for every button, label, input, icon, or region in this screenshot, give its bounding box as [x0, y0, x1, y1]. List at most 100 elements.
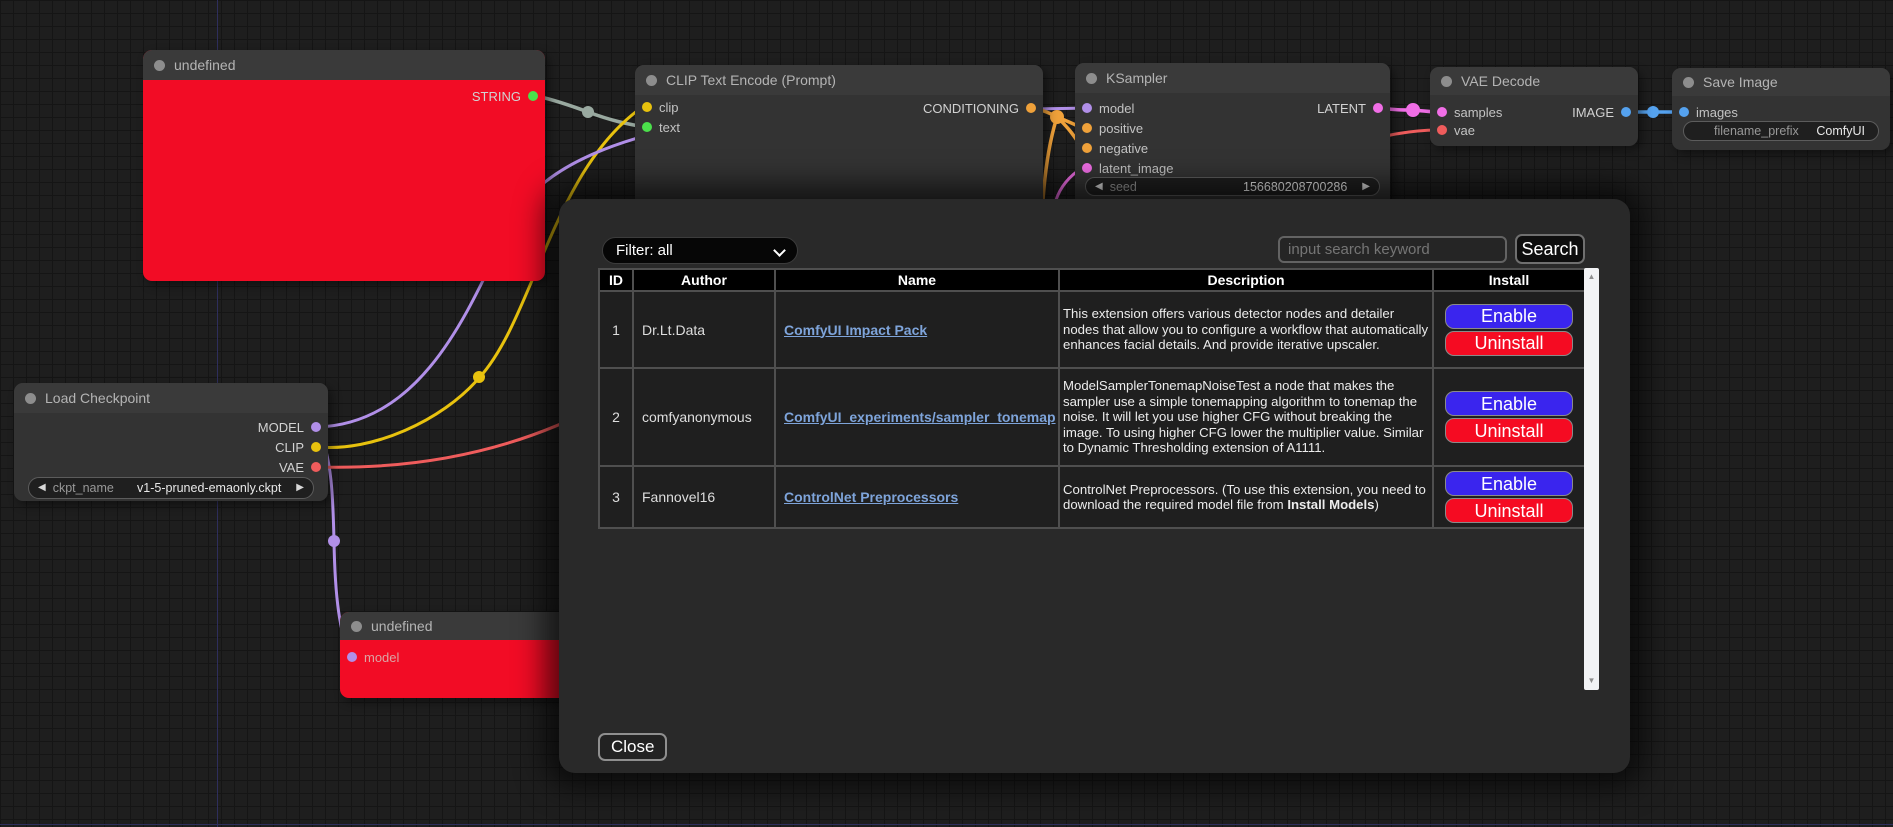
output-dot-CONDITIONING[interactable] — [1026, 103, 1036, 113]
output-dot-VAE[interactable] — [311, 462, 321, 472]
filter-select[interactable]: Filter: all — [602, 237, 798, 264]
node-title: undefined — [174, 57, 236, 73]
cell-name: ComfyUI_experiments/sampler_tonemap — [775, 368, 1059, 466]
input-dot-samples[interactable] — [1437, 107, 1447, 117]
cell-install: EnableUninstall — [1433, 466, 1585, 528]
input-dot-vae[interactable] — [1437, 125, 1447, 135]
node-collapse-dot[interactable] — [351, 621, 362, 632]
cell-description: ModelSamplerTonemapNoiseTest a node that… — [1059, 368, 1433, 466]
uninstall-button[interactable]: Uninstall — [1445, 498, 1573, 523]
node-collapse-dot[interactable] — [1086, 73, 1097, 84]
node-title-bar[interactable]: KSampler — [1075, 63, 1390, 93]
cell-author: Fannovel16 — [633, 466, 775, 528]
slot-label: clip — [659, 100, 679, 115]
input-dot-latent_image[interactable] — [1082, 163, 1092, 173]
node-title-bar[interactable]: Load Checkpoint — [14, 383, 328, 413]
node-title-bar[interactable]: CLIP Text Encode (Prompt) — [635, 65, 1043, 95]
extension-link[interactable]: ComfyUI_experiments/sampler_tonemap — [784, 409, 1056, 425]
input-dot-model[interactable] — [1082, 103, 1092, 113]
uninstall-button[interactable]: Uninstall — [1445, 331, 1573, 356]
widget-ckpt_name[interactable]: ◀ckpt_namev1-5-pruned-emaonly.ckpt▶ — [28, 477, 314, 499]
enable-button[interactable]: Enable — [1445, 391, 1573, 416]
widget-seed[interactable]: ◀seed156680208700286▶ — [1085, 177, 1380, 196]
node-vae-decode[interactable]: VAE DecodesamplesvaeIMAGE — [1430, 67, 1638, 146]
input-slot-model: model — [347, 649, 399, 665]
widget-filename_prefix[interactable]: filename_prefixComfyUI — [1683, 121, 1879, 141]
cell-name: ControlNet Preprocessors — [775, 466, 1059, 528]
link-reroute-dot[interactable] — [473, 371, 485, 383]
slot-label: IMAGE — [1572, 105, 1614, 120]
node-undefined-top[interactable]: undefinedSTRING — [143, 50, 545, 281]
search-input[interactable] — [1278, 236, 1507, 263]
uninstall-button[interactable]: Uninstall — [1445, 418, 1573, 443]
input-dot-model[interactable] — [347, 652, 357, 662]
widget-label: seed — [1110, 180, 1137, 194]
node-title-bar[interactable]: undefined — [143, 50, 545, 80]
input-slot-samples: samples — [1437, 104, 1502, 120]
description-text: ModelSamplerTonemapNoiseTest a node that… — [1063, 378, 1423, 455]
node-clip-text-encode[interactable]: CLIP Text Encode (Prompt)cliptextCONDITI… — [635, 65, 1043, 211]
link-reroute-dot[interactable] — [582, 106, 594, 118]
link-wire — [537, 96, 644, 127]
output-slot-CLIP: CLIP — [275, 439, 321, 455]
custom-nodes-manager-dialog: Filter: all Search IDAuthorNameDescripti… — [559, 199, 1630, 773]
widget-decrement-arrow[interactable]: ◀ — [1095, 182, 1103, 192]
node-collapse-dot[interactable] — [154, 60, 165, 71]
node-collapse-dot[interactable] — [1683, 77, 1694, 88]
widget-increment-arrow[interactable]: ▶ — [296, 483, 304, 493]
node-load-checkpoint[interactable]: Load CheckpointMODELCLIPVAE◀ckpt_namev1-… — [14, 383, 328, 501]
input-dot-clip[interactable] — [642, 102, 652, 112]
widget-value: ComfyUI — [1816, 124, 1865, 138]
widget-increment-arrow[interactable]: ▶ — [1362, 182, 1370, 192]
scroll-down-arrow[interactable]: ▼ — [1584, 674, 1599, 688]
description-text: Install Models — [1287, 497, 1374, 512]
input-dot-text[interactable] — [642, 122, 652, 132]
output-dot-STRING[interactable] — [528, 91, 538, 101]
node-title-bar[interactable]: undefined — [340, 612, 580, 640]
filter-dropdown[interactable]: Filter: all — [602, 237, 798, 264]
extension-row: 3Fannovel16 ControlNet Preprocessors Contr… — [599, 466, 1585, 528]
node-collapse-dot[interactable] — [646, 75, 657, 86]
table-scrollbar[interactable]: ▲ ▼ — [1584, 268, 1599, 690]
column-header-id: ID — [599, 269, 633, 291]
extension-link[interactable]: ControlNet Preprocessors — [784, 489, 958, 505]
node-undefined-bottom[interactable]: undefined model — [340, 612, 580, 698]
column-header-install: Install — [1433, 269, 1585, 291]
output-dot-CLIP[interactable] — [311, 442, 321, 452]
node-collapse-dot[interactable] — [25, 393, 36, 404]
node-title-bar[interactable]: VAE Decode — [1430, 67, 1638, 95]
node-title-bar[interactable]: Save Image — [1672, 68, 1890, 96]
input-dot-negative[interactable] — [1082, 143, 1092, 153]
enable-button[interactable]: Enable — [1445, 304, 1573, 329]
input-dot-positive[interactable] — [1082, 123, 1092, 133]
output-slot-VAE: VAE — [279, 459, 321, 475]
output-slot-IMAGE: IMAGE — [1572, 104, 1631, 120]
link-reroute-dot[interactable] — [328, 535, 340, 547]
link-reroute-dot[interactable] — [1406, 103, 1420, 117]
input-slot-latent_image: latent_image — [1082, 160, 1173, 176]
node-graph-canvas[interactable]: undefinedSTRING CLIP Text Encode (Prompt)… — [0, 0, 1893, 827]
extension-row: 2comfyanonymousComfyUI_experiments/sampl… — [599, 368, 1585, 466]
input-slot-negative: negative — [1082, 140, 1148, 156]
close-button[interactable]: Close — [598, 733, 667, 761]
slot-label: model — [1099, 101, 1134, 116]
extension-link[interactable]: ComfyUI Impact Pack — [784, 322, 927, 338]
scroll-up-arrow[interactable]: ▲ — [1584, 270, 1599, 284]
input-slot-clip: clip — [642, 99, 679, 115]
enable-button[interactable]: Enable — [1445, 471, 1573, 496]
search-button[interactable]: Search — [1515, 234, 1585, 264]
cell-description: This extension offers various detector n… — [1059, 291, 1433, 368]
cell-description: ControlNet Preprocessors. (To use this e… — [1059, 466, 1433, 528]
input-dot-images[interactable] — [1679, 107, 1689, 117]
slot-label: positive — [1099, 121, 1143, 136]
output-dot-IMAGE[interactable] — [1621, 107, 1631, 117]
widget-decrement-arrow[interactable]: ◀ — [38, 483, 46, 493]
output-dot-MODEL[interactable] — [311, 422, 321, 432]
link-reroute-dot[interactable] — [1050, 110, 1064, 124]
cell-id: 3 — [599, 466, 633, 528]
node-ksampler[interactable]: KSampler model positive negative latent_imag… — [1075, 63, 1390, 210]
output-dot-LATENT[interactable] — [1373, 103, 1383, 113]
node-collapse-dot[interactable] — [1441, 76, 1452, 87]
node-save-image[interactable]: Save Imageimagesfilename_prefixComfyUI — [1672, 68, 1890, 150]
link-reroute-dot[interactable] — [1647, 106, 1659, 118]
